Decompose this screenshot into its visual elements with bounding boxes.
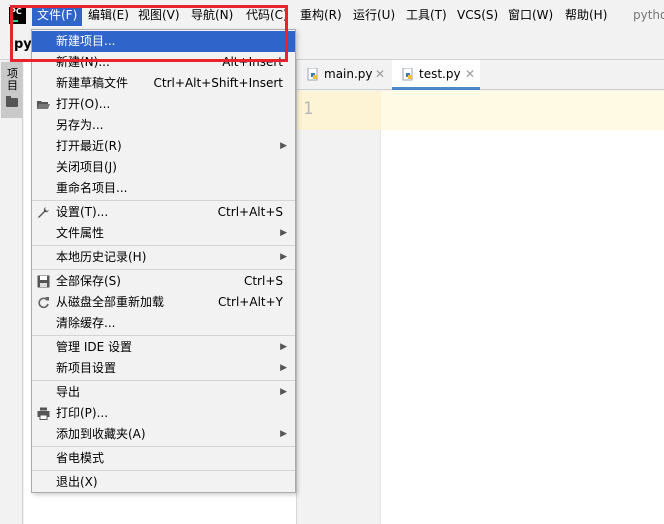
tab-label: main.py — [324, 67, 373, 81]
menu-item-open[interactable]: 打开(O)... — [32, 94, 295, 115]
wrench-icon — [38, 207, 49, 218]
menu-item-label: 打印(P)... — [56, 406, 109, 420]
menu-item-label: 打开最近(R) — [56, 139, 122, 153]
menu-item-label: 清除缓存... — [56, 316, 116, 330]
tab-test-py[interactable]: test.py ✕ — [392, 60, 480, 90]
menu-item-label: 本地历史记录(H) — [56, 250, 147, 264]
submenu-arrow-icon: ▶ — [280, 387, 287, 397]
menu-item-label: 另存为... — [56, 118, 104, 132]
menu-help[interactable]: 帮助(H) — [565, 5, 607, 26]
menu-item-settings[interactable]: 设置(T)... Ctrl+Alt+S — [32, 202, 295, 223]
menu-item-label: 省电模式 — [56, 451, 105, 465]
menu-item-label: 文件属性 — [56, 226, 105, 240]
menu-item-exit[interactable]: 退出(X) — [32, 472, 295, 493]
menu-item-label: 重命名项目... — [56, 181, 128, 195]
menu-item-invalidate-caches[interactable]: 清除缓存... — [32, 313, 295, 334]
menu-item-reload-from-disk[interactable]: 从磁盘全部重新加载 Ctrl+Alt+Y — [32, 292, 295, 313]
menu-item-label: 管理 IDE 设置 — [56, 340, 132, 354]
menu-item-local-history[interactable]: 本地历史记录(H) ▶ — [32, 247, 295, 268]
submenu-arrow-icon: ▶ — [280, 141, 287, 151]
line-number: 1 — [303, 99, 314, 119]
annotation-highlight-box — [10, 5, 288, 62]
code-editor[interactable]: 1 — [297, 91, 664, 524]
menu-item-power-save-mode[interactable]: 省电模式 — [32, 448, 295, 469]
menu-vcs[interactable]: VCS(S) — [457, 5, 498, 26]
menu-tools[interactable]: 工具(T) — [406, 5, 447, 26]
print-icon — [37, 407, 50, 420]
menu-item-shortcut: Ctrl+Alt+Shift+Insert — [153, 76, 283, 90]
close-tab-icon[interactable]: ✕ — [465, 60, 475, 88]
menu-separator — [32, 335, 295, 336]
menu-item-label: 全部保存(S) — [56, 274, 121, 288]
python-file-icon — [307, 68, 318, 81]
tool-window-strip: 项目 — [0, 60, 23, 524]
python-file-icon — [402, 68, 413, 81]
menu-item-label: 设置(T)... — [56, 205, 109, 219]
save-icon — [37, 275, 50, 288]
submenu-arrow-icon: ▶ — [280, 228, 287, 238]
menu-item-label: 打开(O)... — [56, 97, 111, 111]
menu-run[interactable]: 运行(U) — [353, 5, 395, 26]
menu-item-manage-ide-settings[interactable]: 管理 IDE 设置 ▶ — [32, 337, 295, 358]
tab-main-py[interactable]: main.py ✕ — [297, 60, 389, 90]
menu-item-print[interactable]: 打印(P)... — [32, 403, 295, 424]
close-tab-icon[interactable]: ✕ — [375, 60, 385, 88]
menu-item-label: 导出 — [56, 385, 81, 399]
menu-item-label: 关闭项目(J) — [56, 160, 117, 174]
menu-item-label: 退出(X) — [56, 475, 98, 489]
submenu-arrow-icon: ▶ — [280, 252, 287, 262]
menu-item-close-project[interactable]: 关闭项目(J) — [32, 157, 295, 178]
folder-open-icon — [37, 101, 50, 109]
menu-separator — [32, 470, 295, 471]
menu-refactor[interactable]: 重构(R) — [300, 5, 342, 26]
project-tool-tab[interactable]: 项目 — [1, 62, 22, 118]
submenu-arrow-icon: ▶ — [280, 429, 287, 439]
editor-gutter: 1 — [297, 91, 381, 524]
submenu-arrow-icon: ▶ — [280, 363, 287, 373]
menu-item-new-scratch-file[interactable]: 新建草稿文件 Ctrl+Alt+Shift+Insert — [32, 73, 295, 94]
menu-item-add-to-favorites[interactable]: 添加到收藏夹(A) ▶ — [32, 424, 295, 445]
submenu-arrow-icon: ▶ — [280, 342, 287, 352]
tab-label: test.py — [419, 67, 461, 81]
project-tool-tab-label: 项目 — [7, 67, 18, 92]
menu-item-shortcut: Ctrl+Alt+Y — [217, 295, 283, 309]
menu-item-open-recent[interactable]: 打开最近(R) ▶ — [32, 136, 295, 157]
menu-item-shortcut: Ctrl+S — [243, 274, 283, 288]
menu-window[interactable]: 窗口(W) — [508, 5, 553, 26]
menu-separator — [32, 446, 295, 447]
file-menu-dropdown: 新建项目... 新建(N)... Alt+Insert 新建草稿文件 Ctrl+… — [31, 29, 296, 493]
editor-tab-bar: main.py ✕ test.py ✕ — [297, 60, 664, 90]
menu-item-rename-project[interactable]: 重命名项目... — [32, 178, 295, 199]
menu-separator — [32, 245, 295, 246]
menu-separator — [32, 269, 295, 270]
folder-icon — [6, 96, 18, 107]
reload-icon — [38, 297, 49, 309]
menu-item-shortcut: Ctrl+Alt+S — [217, 205, 283, 219]
menu-separator — [32, 380, 295, 381]
menu-item-save-all[interactable]: 全部保存(S) Ctrl+S — [32, 271, 295, 292]
menu-item-label: 从磁盘全部重新加载 — [56, 295, 165, 309]
menu-item-label: 新项目设置 — [56, 361, 117, 375]
menu-item-save-as[interactable]: 另存为... — [32, 115, 295, 136]
menu-separator — [32, 200, 295, 201]
menu-item-file-properties[interactable]: 文件属性 ▶ — [32, 223, 295, 244]
window-title: pytho — [633, 8, 664, 22]
menu-item-label: 添加到收藏夹(A) — [56, 427, 146, 441]
menu-item-new-project-settings[interactable]: 新项目设置 ▶ — [32, 358, 295, 379]
menu-item-export[interactable]: 导出 ▶ — [32, 382, 295, 403]
menu-item-label: 新建草稿文件 — [56, 76, 129, 90]
